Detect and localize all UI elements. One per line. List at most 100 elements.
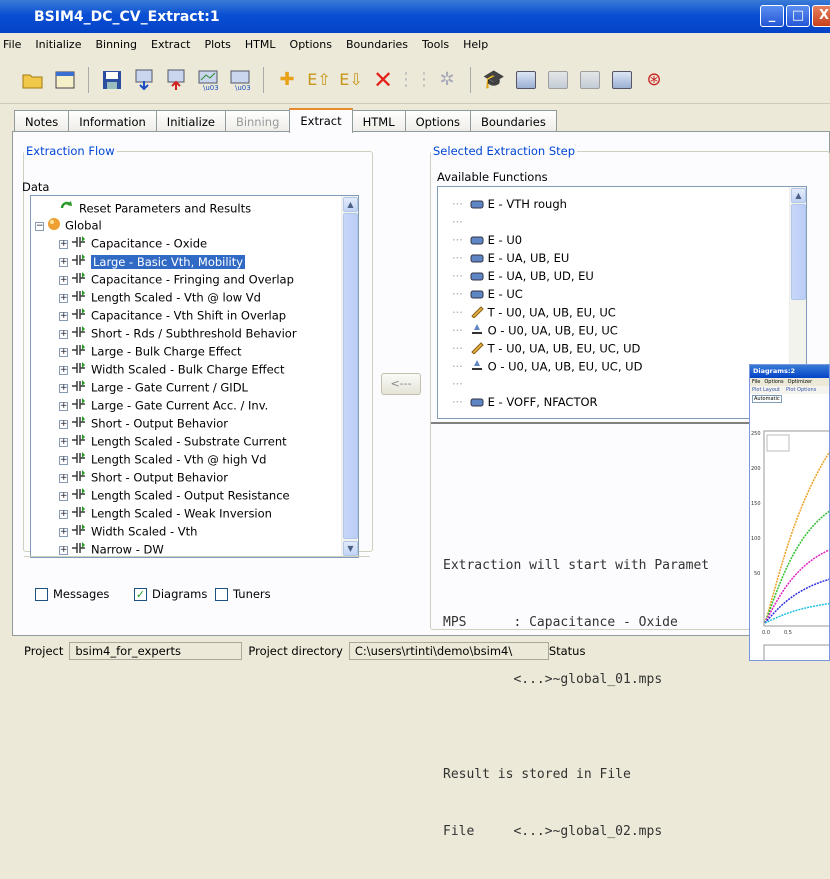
- menu-tools[interactable]: Tools: [422, 38, 449, 55]
- tab-information[interactable]: Information: [68, 110, 157, 133]
- tree-flow-item[interactable]: + Short - Output Behavior: [59, 415, 228, 433]
- copy-icon[interactable]: [513, 67, 539, 93]
- diagram-menu-options[interactable]: Options: [764, 379, 783, 385]
- tree-flow-item[interactable]: + Large - Bulk Charge Effect: [59, 343, 242, 361]
- open-folder-icon[interactable]: [20, 67, 46, 93]
- diagram-tab-options[interactable]: Plot Options: [786, 387, 816, 393]
- close-button[interactable]: X: [812, 5, 830, 27]
- tree-flow-item[interactable]: + Short - Output Behavior: [59, 469, 228, 487]
- tab-extract[interactable]: Extract: [289, 108, 353, 133]
- tree-flow-item[interactable]: + Capacitance - Vth Shift in Overlap: [59, 307, 286, 325]
- tuners-checkbox[interactable]: Tuners: [215, 587, 271, 601]
- expand-icon[interactable]: +: [59, 365, 68, 375]
- expand-icon[interactable]: +: [59, 473, 68, 483]
- function-item[interactable]: ··· E - UA, UB, EU: [452, 250, 569, 268]
- diagram-menu-optimizer[interactable]: Optimizer: [788, 379, 812, 385]
- messages-checkbox[interactable]: Messages: [35, 587, 109, 601]
- tuners-check-icon[interactable]: [215, 588, 228, 601]
- tab-binning[interactable]: Binning: [224, 110, 291, 133]
- save-icon[interactable]: [99, 67, 125, 93]
- download-icon[interactable]: [131, 67, 157, 93]
- tree-flow-item[interactable]: + Width Scaled - Bulk Charge Effect: [59, 361, 284, 379]
- diagram-tab-layout[interactable]: Plot Layout: [752, 387, 780, 393]
- tree-flow-item[interactable]: + Length Scaled - Weak Inversion: [59, 505, 272, 523]
- tree-flow-item[interactable]: + Capacitance - Oxide: [59, 235, 207, 253]
- function-item[interactable]: ··· E - UC: [452, 286, 523, 304]
- diagram-menu-file[interactable]: File: [752, 379, 760, 385]
- bug-icon[interactable]: ⊛: [641, 67, 667, 93]
- messages-check-icon[interactable]: [35, 588, 48, 601]
- param-up-icon[interactable]: \u03c6: [227, 67, 253, 93]
- expand-icon[interactable]: +: [59, 293, 68, 303]
- function-item[interactable]: ··· E - VOFF, NFACTOR: [452, 394, 598, 412]
- expand-icon[interactable]: +: [59, 275, 68, 285]
- add-icon[interactable]: ✚: [274, 67, 300, 93]
- function-item[interactable]: ··· T - U0, UA, UB, EU, UC, UD: [452, 340, 640, 358]
- tree-flow-item[interactable]: + Capacitance - Fringing and Overlap: [59, 271, 294, 289]
- expand-icon[interactable]: +: [59, 239, 68, 249]
- expand-icon[interactable]: +: [59, 509, 68, 519]
- upload-icon[interactable]: [163, 67, 189, 93]
- insert-down-icon[interactable]: E⇩: [338, 67, 364, 93]
- expand-icon[interactable]: +: [59, 437, 68, 447]
- menu-extract[interactable]: Extract: [151, 38, 190, 55]
- function-item[interactable]: ··· T - U0, UA, UB, EU, UC: [452, 304, 616, 322]
- param-down-icon[interactable]: \u03c6: [195, 67, 221, 93]
- tab-html[interactable]: HTML: [351, 110, 406, 133]
- diagrams-checkbox[interactable]: ✓ Diagrams: [134, 587, 207, 601]
- tab-notes[interactable]: Notes: [14, 110, 70, 133]
- insert-up-icon[interactable]: E⇧: [306, 67, 332, 93]
- tree-flow-item[interactable]: + Length Scaled - Output Resistance: [59, 487, 290, 505]
- collapse-icon[interactable]: −: [35, 221, 44, 231]
- menu-help[interactable]: Help: [463, 38, 488, 55]
- tree-flow-item[interactable]: + Large - Gate Current / GIDL: [59, 379, 248, 397]
- expand-icon[interactable]: +: [59, 347, 68, 357]
- function-item[interactable]: ··· E - UA, UB, UD, EU: [452, 268, 594, 286]
- menu-binning[interactable]: Binning: [95, 38, 137, 55]
- diagram-window[interactable]: Diagrams:2 File Options Optimizer Plot L…: [749, 364, 830, 661]
- expand-icon[interactable]: +: [59, 491, 68, 501]
- cap-icon[interactable]: 🎓: [481, 67, 507, 93]
- tab-options[interactable]: Options: [404, 110, 471, 133]
- grid-icon[interactable]: ⋮⋮: [397, 67, 433, 93]
- menu-options[interactable]: Options: [290, 38, 332, 55]
- tree-flow-item[interactable]: + Short - Rds / Subthreshold Behavior: [59, 325, 297, 343]
- delete-icon[interactable]: ✕: [370, 66, 396, 94]
- expand-icon[interactable]: +: [59, 545, 68, 555]
- menu-plots[interactable]: Plots: [204, 38, 230, 55]
- expand-icon[interactable]: +: [59, 455, 68, 465]
- expand-icon[interactable]: +: [59, 383, 68, 393]
- menu-html[interactable]: HTML: [245, 38, 276, 55]
- tree-flow-item[interactable]: + Width Scaled - Vth: [59, 523, 197, 541]
- menu-boundaries[interactable]: Boundaries: [346, 38, 408, 55]
- tree-scrollbar[interactable]: ▲ ▼: [341, 196, 358, 557]
- tree-global-node[interactable]: − Global: [35, 217, 102, 235]
- expand-icon[interactable]: +: [59, 311, 68, 321]
- tree-flow-item[interactable]: + Large - Gate Current Acc. / Inv.: [59, 397, 268, 415]
- function-item[interactable]: ··· O - U0, UA, UB, EU, UC, UD: [452, 358, 642, 376]
- function-item[interactable]: ··· E - U0: [452, 232, 522, 250]
- expand-icon[interactable]: +: [59, 419, 68, 429]
- diagram-mode-select[interactable]: Automatic: [752, 395, 782, 403]
- diagrams-check-icon[interactable]: ✓: [134, 588, 147, 601]
- tree-flow-item[interactable]: + Large - Basic Vth, Mobility: [59, 253, 246, 271]
- tree-reset-item[interactable]: Reset Parameters and Results: [56, 200, 251, 218]
- tree-flow-item[interactable]: + Length Scaled - Vth @ low Vd: [59, 289, 261, 307]
- expand-icon[interactable]: +: [59, 257, 68, 267]
- windows-icon[interactable]: [609, 67, 635, 93]
- move-left-button[interactable]: <---: [381, 373, 421, 395]
- open-project-icon[interactable]: [52, 67, 78, 93]
- scroll-down-icon[interactable]: ▼: [343, 541, 358, 556]
- maximize-button[interactable]: □: [786, 5, 810, 27]
- menu-file[interactable]: File: [3, 38, 21, 55]
- menu-initialize[interactable]: Initialize: [35, 38, 81, 55]
- expand-icon[interactable]: +: [59, 329, 68, 339]
- expand-icon[interactable]: +: [59, 527, 68, 537]
- function-item[interactable]: ··· O - U0, UA, UB, EU, UC: [452, 322, 618, 340]
- tune-icon[interactable]: ✲: [434, 67, 460, 93]
- tab-boundaries[interactable]: Boundaries: [469, 110, 557, 133]
- function-item[interactable]: ··· E - VTH rough: [452, 196, 567, 214]
- scroll-thumb[interactable]: [343, 213, 358, 539]
- tree-flow-item[interactable]: + Length Scaled - Substrate Current: [59, 433, 287, 451]
- extraction-flow-tree[interactable]: Reset Parameters and Results − Global + Ca…: [30, 195, 359, 558]
